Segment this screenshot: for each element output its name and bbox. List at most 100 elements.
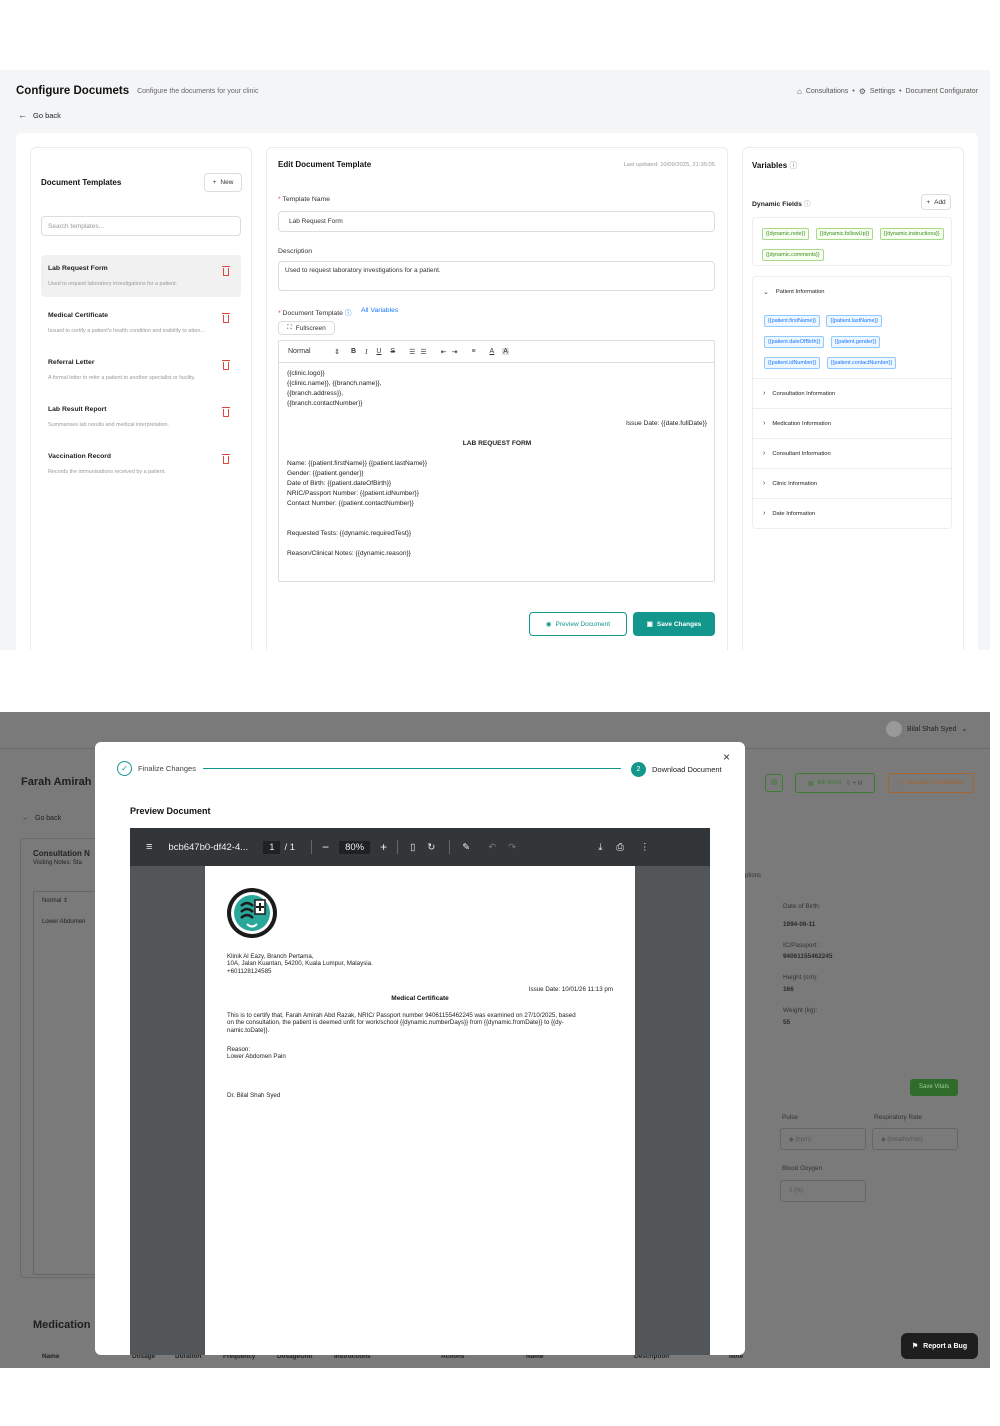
step-finalize[interactable]: ✓ Finalize Changes <box>117 761 196 776</box>
report-bug-button[interactable]: ⚑ Report a Bug <box>901 1333 978 1359</box>
trash-icon[interactable] <box>222 360 230 370</box>
highlight-icon[interactable]: A <box>502 348 509 355</box>
variable-tag[interactable]: {{patient.lastName}} <box>826 315 883 327</box>
notes-style-select[interactable]: Normal ⇕ <box>42 897 68 904</box>
fit-page-icon[interactable]: ▯ <box>410 842 415 853</box>
italic-icon[interactable]: I <box>365 348 367 356</box>
edit-panel-title: Edit Document Template <box>278 160 372 169</box>
weight-value: 55 <box>783 1019 791 1026</box>
ordered-list-icon[interactable]: ☰ <box>409 348 415 356</box>
bullet-list-icon[interactable]: ☰ <box>420 348 426 356</box>
description-value: Used to request laboratory investigation… <box>285 267 441 274</box>
section-patient-information[interactable]: ⌄ Patient Information <box>753 277 951 307</box>
style-select[interactable]: Normal ⇕ <box>288 348 340 356</box>
underline-icon[interactable]: U <box>376 348 381 355</box>
description-textarea[interactable]: Used to request laboratory investigation… <box>278 261 715 291</box>
editor-line: NRIC/Passport Number: {{patient.idNumber… <box>287 490 419 497</box>
plus-icon: + <box>926 198 931 206</box>
variable-tag[interactable]: {{dynamic.followUp}} <box>815 228 874 240</box>
page-subtitle: Configure the documents for your clinic <box>137 87 259 95</box>
section-consultant-information[interactable]: › Consultant Information <box>753 438 951 468</box>
section-clinic-information[interactable]: › Clinic Information <box>753 468 951 498</box>
variable-tag[interactable]: {{patient.dateOfBirth}} <box>764 336 825 348</box>
go-back-link[interactable]: ← Go back <box>22 815 61 822</box>
variable-tag[interactable]: {{dynamic.comments}} <box>762 249 824 261</box>
step-download[interactable]: 2 Download Document <box>631 762 722 777</box>
zoom-out-icon[interactable]: − <box>322 840 329 854</box>
page-number-input[interactable]: 1 <box>263 840 281 854</box>
receipt-icon: ▦ <box>807 780 814 787</box>
undo-icon[interactable]: ↶ <box>488 842 496 853</box>
fullscreen-button[interactable]: ⛶ Fullscreen <box>278 321 335 335</box>
consultation-screen: Bilal Shah Syed ⌄ Farah Amirah A ▤ ▦ Bil… <box>0 712 990 1368</box>
variable-tag[interactable]: {{dynamic.note}} <box>762 228 810 240</box>
zoom-in-icon[interactable]: + <box>380 840 387 854</box>
template-search-input[interactable]: Search templates... <box>41 216 241 236</box>
bill-items-button[interactable]: ▦ Bill Items ⇧ + N <box>795 773 875 793</box>
preview-document-button[interactable]: ◉ Preview Document <box>529 612 627 636</box>
oxygen-input[interactable]: 0 (%) <box>780 1180 866 1202</box>
section-consultation-information[interactable]: › Consultation Information <box>753 378 951 408</box>
document-icon-button[interactable]: ▤ <box>765 774 783 792</box>
save-vitals-button[interactable]: Save Vitals <box>910 1079 958 1096</box>
respiratory-input[interactable]: ◆ (breaths/min) <box>872 1128 958 1150</box>
variable-tag[interactable]: {{patient.firstName}} <box>764 315 820 327</box>
section-date-information[interactable]: › Date Information <box>753 498 951 528</box>
breadcrumb-document-configurator: Document Configurator <box>905 87 978 95</box>
template-item-referral-letter[interactable]: Referral Letter A formal letter to refer… <box>41 349 241 391</box>
all-variables-link[interactable]: All Variables <box>361 307 398 314</box>
template-item-lab-result[interactable]: Lab Result Report Summarises lab results… <box>41 396 241 438</box>
clinic-line: Klinik Al Eazy, Branch Pertama, <box>227 953 314 960</box>
breadcrumb-settings[interactable]: Settings <box>870 88 895 95</box>
info-icon: ⓘ <box>787 161 798 170</box>
save-changes-button[interactable]: ▣ Save Changes <box>633 612 715 636</box>
variable-tag[interactable]: {{dynamic.instructions}} <box>879 228 944 240</box>
chevron-right-icon: › <box>763 480 766 487</box>
pdf-issue-date: Issue Date: 10/01/26 11:13 pm <box>528 986 613 993</box>
template-name: Lab Request Form <box>48 265 108 272</box>
variable-tag[interactable]: {{patient.contactNumber}} <box>826 357 897 369</box>
patient-details: Date of Birth: 1994-06-11 IC/Passport : … <box>783 902 832 1027</box>
go-back-link[interactable]: ← Go back <box>18 110 61 120</box>
variable-tag[interactable]: {{patient.gender}} <box>830 336 881 348</box>
trash-icon[interactable] <box>222 266 230 276</box>
pdf-toolbar: ≡ bcb647b0-df42-4... 1 / 1 − 80% + ▯ ↻ ✎… <box>130 828 710 866</box>
respiratory-label: Respiratory Rate <box>874 1114 922 1121</box>
template-item-vaccination-record[interactable]: Vaccination Record Records the immunisat… <box>41 443 241 485</box>
redo-icon[interactable]: ↷ <box>508 842 516 853</box>
rotate-icon[interactable]: ↻ <box>427 842 435 853</box>
trash-icon[interactable] <box>222 407 230 417</box>
breadcrumb-consultations[interactable]: Consultations <box>806 88 848 95</box>
indent-icon[interactable]: ⇥ <box>452 348 458 356</box>
more-icon[interactable]: ⋮ <box>640 842 650 853</box>
download-icon[interactable]: ⤓ <box>598 842 602 853</box>
outdent-icon[interactable]: ⇤ <box>441 348 447 356</box>
print-icon[interactable]: ⎙ <box>616 842 624 853</box>
user-menu[interactable]: Bilal Shah Syed ⌄ <box>886 721 967 737</box>
strike-icon[interactable]: S <box>390 348 395 355</box>
template-item-lab-request[interactable]: Lab Request Form Used to request laborat… <box>41 255 241 297</box>
section-medication-information[interactable]: › Medication Information <box>753 408 951 438</box>
request-consultation-button[interactable]: ◷ Request Consultation <box>888 773 974 793</box>
template-item-medical-certificate[interactable]: Medical Certificate Issued to certify a … <box>41 302 241 344</box>
editor-content[interactable]: {{clinic.logo}} {{clinic.name}}, {{branc… <box>287 369 707 559</box>
align-icon[interactable]: ≡ <box>471 348 475 355</box>
zoom-level[interactable]: 80% <box>339 840 371 854</box>
menu-icon[interactable]: ≡ <box>146 841 152 853</box>
new-template-button[interactable]: + New <box>204 173 242 192</box>
template-name-input[interactable]: Lab Request Form <box>278 211 715 232</box>
height-label: Height (cm): <box>783 974 818 981</box>
home-icon: ⌂ <box>796 86 802 96</box>
templates-title: Document Templates <box>41 178 122 187</box>
close-icon[interactable]: × <box>723 750 730 764</box>
bold-icon[interactable]: B <box>351 348 356 355</box>
text-color-icon[interactable]: A <box>490 348 495 355</box>
check-circle-icon: ✓ <box>117 761 132 776</box>
variable-tag[interactable]: {{patient.idNumber}} <box>764 357 821 369</box>
step-connector <box>203 768 621 769</box>
trash-icon[interactable] <box>222 313 230 323</box>
trash-icon[interactable] <box>222 454 230 464</box>
add-dynamic-field-button[interactable]: + Add <box>921 194 951 210</box>
pulse-input[interactable]: ◆ (bpm) <box>780 1128 866 1150</box>
annotate-icon[interactable]: ✎ <box>462 842 470 853</box>
